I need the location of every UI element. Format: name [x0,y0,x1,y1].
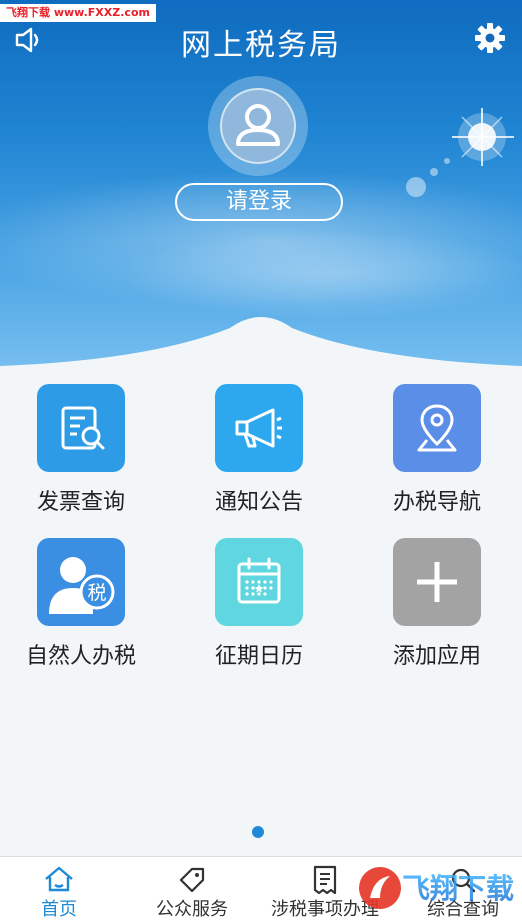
plus-icon [417,562,457,602]
app-tile: 税 [37,538,125,626]
page-indicator-dot[interactable] [252,826,264,838]
app-tax-calendar[interactable]: 征期日历 [184,538,334,670]
site-watermark-logo: 飞翔下载 [359,867,514,909]
megaphone-icon [235,408,282,448]
tab-label: 公众服务 [156,899,228,920]
tag-icon [179,867,205,893]
gear-icon[interactable] [474,22,506,54]
svg-text:税: 税 [87,582,106,604]
app-add[interactable]: 添加应用 [362,538,512,670]
receipt-icon [313,865,337,895]
app-label: 征期日历 [214,644,303,669]
app-tile [37,384,125,472]
lens-flare [406,177,426,197]
sun-icon [452,108,514,166]
tab-label: 首页 [41,899,77,920]
user-icon [236,104,280,146]
tab-public-service[interactable]: 公众服务 [130,857,254,921]
avatar[interactable] [208,76,308,176]
app-label: 发票查询 [36,490,125,515]
app-tax-navigation[interactable]: 办税导航 [362,384,512,516]
app-label: 通知公告 [214,490,303,515]
header-banner: 飞翔下载 www.FXXZ.com 网上税务局 请登录 [0,0,522,372]
app-invoice-query[interactable]: 发票查询 [6,384,156,516]
calendar-icon [237,557,281,604]
app-tile [393,538,481,626]
header-curve [0,317,522,372]
home-icon [45,866,73,892]
tab-home[interactable]: 首页 [0,857,118,921]
login-button[interactable]: 请登录 [175,183,343,221]
app-label: 添加应用 [392,644,481,669]
watermark-text: 飞翔下载 [402,872,514,905]
invoice-search-icon [61,406,105,450]
lens-flare [430,168,438,176]
app-tile [393,384,481,472]
app-label: 自然人办税 [25,644,136,669]
app-tile [215,384,303,472]
map-pin-icon [417,404,457,452]
person-tax-icon: 税 [49,557,115,614]
app-tile [215,538,303,626]
page-title: 网上税务局 [181,28,341,63]
app-label: 办税导航 [392,490,481,515]
lens-flare [444,158,450,164]
app-individual-tax[interactable]: 税 自然人办税 [6,538,156,670]
app-notice[interactable]: 通知公告 [184,384,334,516]
